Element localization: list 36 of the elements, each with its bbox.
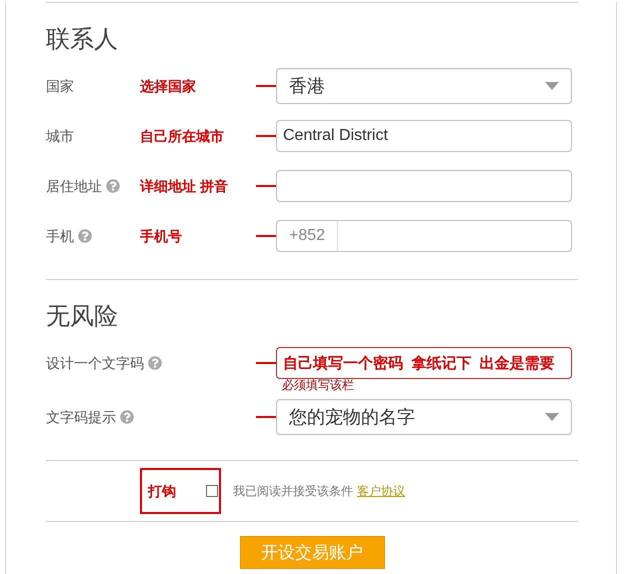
help-icon[interactable] — [148, 356, 162, 370]
input-field[interactable] — [276, 170, 572, 202]
field-label: 手机 — [46, 226, 74, 246]
annotation: 手机号 — [140, 226, 182, 246]
input-field[interactable]: Central District — [276, 120, 572, 152]
caret-icon — [545, 413, 559, 421]
annotation-line — [256, 185, 276, 187]
checkbox[interactable] — [206, 485, 218, 497]
section-title: 无风险 — [46, 302, 119, 332]
error-message: 必须填写该栏 — [282, 378, 355, 392]
input-field[interactable]: 自己填写一个密码 拿纸记下 出金是需要 — [276, 347, 572, 379]
phone-field[interactable]: +852 — [276, 220, 572, 252]
field-label: 城市 — [46, 126, 74, 146]
help-icon[interactable] — [78, 229, 92, 243]
annotation-line — [256, 85, 276, 87]
caret-icon — [545, 82, 559, 90]
annotation-line — [256, 235, 276, 237]
dropdown[interactable]: 香港 — [276, 68, 572, 104]
help-icon[interactable] — [120, 410, 134, 424]
annotation: 详细地址 拼音 — [140, 176, 228, 196]
annotation: 打钩 — [148, 482, 176, 500]
dropdown[interactable]: 您的宠物的名字 — [276, 399, 572, 435]
help-icon[interactable] — [106, 179, 120, 193]
annotation-line — [256, 416, 276, 418]
field-label: 居住地址 — [46, 176, 102, 196]
annotation: 自己所在城市 — [140, 126, 224, 146]
agreement-link[interactable]: 客户协议 — [357, 482, 405, 500]
field-label: 设计一个文字码 — [46, 354, 144, 372]
field-label: 国家 — [46, 76, 74, 96]
annotation-line — [256, 362, 276, 364]
section-title: 联系人 — [46, 25, 119, 55]
agreement-text: 我已阅读并接受该条件 — [233, 483, 353, 500]
country-code: +852 — [277, 221, 338, 251]
field-label: 文字码提示 — [46, 408, 116, 426]
annotation-line — [256, 135, 276, 137]
annotation: 选择国家 — [140, 76, 196, 96]
